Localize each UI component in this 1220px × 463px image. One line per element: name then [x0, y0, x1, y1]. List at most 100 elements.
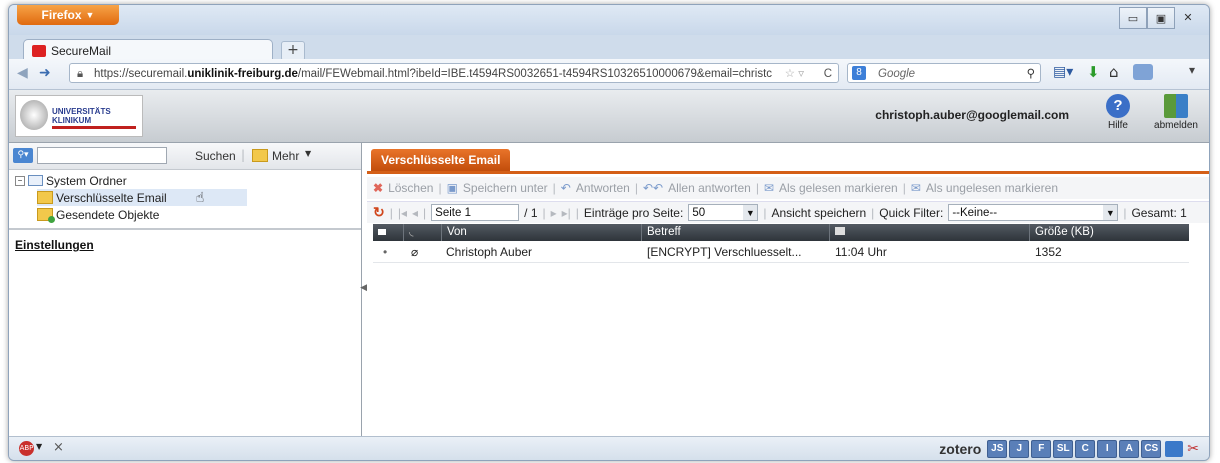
save-as-button[interactable]: Speichern unter: [463, 181, 548, 195]
minimize-button[interactable]: ▭: [1119, 7, 1147, 29]
forward-arrow-icon[interactable]: ➜: [39, 65, 51, 81]
addon-bar: zotero JS J F SL C I A CS ✂: [939, 440, 1199, 458]
tree-root-label: System Ordner: [46, 173, 127, 188]
search-type-dropdown[interactable]: ⚲▾: [13, 148, 33, 163]
mark-read-button[interactable]: Als gelesen markieren: [779, 181, 898, 195]
tab-encrypted-email[interactable]: Verschlüsselte Email: [371, 149, 511, 171]
browser-window: Firefox ▼ ▭ ▣ ✕ SecureMail + ◀ ➜ 🔒︎ http…: [8, 4, 1210, 461]
help-icon: ?: [1106, 94, 1130, 118]
reload-icon[interactable]: C: [823, 64, 832, 82]
collapse-handle[interactable]: ◀: [360, 283, 367, 293]
abp-icon[interactable]: ABP: [19, 441, 34, 456]
search-icon[interactable]: ⚲: [1027, 64, 1035, 84]
new-tab-button[interactable]: +: [281, 41, 305, 61]
divider: |: [755, 181, 759, 195]
delete-button[interactable]: Löschen: [388, 181, 433, 195]
chevron-down-icon: ▼: [85, 10, 95, 20]
addon-icon[interactable]: [1133, 64, 1153, 80]
more-button[interactable]: Mehr: [272, 149, 299, 163]
addon-i[interactable]: I: [1097, 440, 1118, 458]
status-bar: ABP ▼ × zotero JS J F SL C I A CS ✂: [9, 436, 1209, 460]
quick-filter-select[interactable]: --Keine-- ▼: [948, 204, 1119, 221]
column-date[interactable]: [829, 224, 1029, 241]
divider: |: [871, 205, 875, 220]
zotero-label[interactable]: zotero: [939, 441, 981, 457]
tab-title: SecureMail: [51, 43, 112, 58]
addon-a[interactable]: A: [1119, 440, 1140, 458]
search-placeholder: Google: [878, 68, 916, 80]
chevron-down-icon: ▼: [743, 205, 758, 220]
column-subject[interactable]: Betreff: [641, 224, 829, 241]
cell-subject: [ENCRYPT] Verschluesselt...: [647, 245, 802, 259]
search-button[interactable]: Suchen: [195, 149, 236, 163]
hand-cursor-icon: ☝︎: [195, 189, 205, 205]
divider: |: [1123, 205, 1127, 220]
cell-time: 11:04 Uhr: [835, 245, 887, 259]
addon-c[interactable]: C: [1075, 440, 1096, 458]
last-page-icon[interactable]: ▸|: [562, 206, 571, 220]
close-statusbar-button[interactable]: ×: [53, 440, 64, 455]
reply-button[interactable]: Antworten: [576, 181, 630, 195]
logout-icon: [1164, 94, 1188, 118]
navigation-bar: ◀ ➜ 🔒︎ https://securemail.uniklinik-frei…: [9, 59, 1209, 90]
save-icon: ▣: [446, 181, 458, 195]
tab-securemail[interactable]: SecureMail: [23, 39, 273, 61]
tree-item-sent[interactable]: Gesendete Objekte: [37, 206, 361, 223]
table-row[interactable]: • ⌀ Christoph Auber [ENCRYPT] Verschlues…: [373, 242, 1189, 263]
help-button[interactable]: ? Hilfe: [1093, 94, 1143, 138]
page-input[interactable]: Seite 1: [431, 204, 520, 221]
mark-unread-button[interactable]: Als ungelesen markieren: [926, 181, 1058, 195]
divider: |: [575, 205, 579, 220]
search-bar[interactable]: 8 Google ⚲: [847, 63, 1041, 83]
per-page-select[interactable]: 50 ▼: [688, 204, 759, 221]
total-count: Gesamt: 1: [1131, 205, 1187, 220]
close-window-button[interactable]: ✕: [1175, 7, 1201, 27]
tree-root[interactable]: − System Ordner: [15, 172, 361, 189]
download-icon[interactable]: ⬇: [1087, 63, 1100, 81]
divider: |: [438, 181, 442, 195]
url-prefix: https://securemail.: [94, 68, 188, 80]
addon-sl[interactable]: SL: [1053, 440, 1074, 458]
menu-icon[interactable]: ▾: [1189, 63, 1195, 77]
first-page-icon[interactable]: |◂: [398, 206, 407, 220]
tree-item-label: Verschlüsselte Email: [56, 190, 167, 205]
tree-item-encrypted[interactable]: Verschlüsselte Email ☝︎: [37, 189, 247, 206]
column-size[interactable]: Größe (KB): [1029, 224, 1189, 241]
column-status[interactable]: [373, 224, 403, 241]
prev-page-icon[interactable]: ◂: [412, 206, 418, 220]
bookmarks-icon[interactable]: ▤▾: [1053, 64, 1073, 80]
maximize-button[interactable]: ▣: [1147, 7, 1175, 29]
per-page-label: Einträge pro Seite:: [583, 205, 684, 220]
settings-link[interactable]: Einstellungen: [15, 238, 94, 252]
collapse-icon[interactable]: −: [15, 175, 25, 186]
grid-header: ◟ Von Betreff Größe (KB): [373, 224, 1189, 241]
addon-f[interactable]: F: [1031, 440, 1052, 458]
reply-all-button[interactable]: Allen antworten: [668, 181, 751, 195]
addon-js[interactable]: JS: [987, 440, 1008, 458]
logout-button[interactable]: abmelden: [1151, 94, 1201, 138]
addon-cs[interactable]: CS: [1141, 440, 1162, 458]
reply-all-icon: ↶↶: [642, 181, 664, 195]
column-from[interactable]: Von: [441, 224, 641, 241]
chevron-down-icon: ▼: [1103, 205, 1118, 220]
firefox-menu-button[interactable]: Firefox ▼: [17, 5, 119, 25]
divider: |: [423, 205, 427, 220]
calendar-icon: [835, 227, 845, 235]
home-icon[interactable]: ⌂: [1109, 63, 1119, 81]
cell-from: Christoph Auber: [446, 245, 533, 259]
addon-j[interactable]: J: [1009, 440, 1030, 458]
next-page-icon[interactable]: ▸: [551, 206, 557, 220]
back-arrow-icon[interactable]: ◀: [17, 65, 28, 81]
folder-search-input[interactable]: [37, 147, 167, 164]
refresh-icon[interactable]: ↻: [373, 204, 385, 221]
url-bar[interactable]: 🔒︎ https://securemail.uniklinik-freiburg…: [69, 63, 839, 83]
chevron-down-icon: ▼: [36, 442, 43, 451]
column-attachment[interactable]: ◟: [403, 224, 441, 241]
attachment-icon: ◟: [409, 226, 414, 238]
star-icon[interactable]: ☆ ▿: [781, 64, 804, 82]
divider: |: [389, 205, 393, 220]
translate-icon[interactable]: [1165, 441, 1184, 457]
divider: |: [542, 205, 546, 220]
scissors-icon[interactable]: ✂: [1187, 441, 1199, 457]
save-view-button[interactable]: Ansicht speichern: [771, 206, 866, 220]
